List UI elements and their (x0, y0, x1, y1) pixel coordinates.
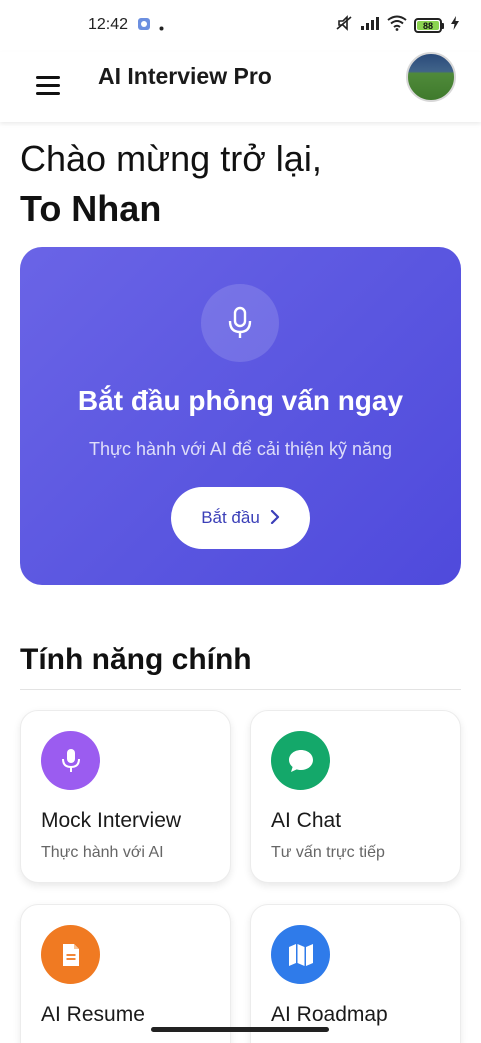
feature-card-mock-interview[interactable]: Mock Interview Thực hành với AI (20, 710, 231, 883)
divider (20, 689, 461, 690)
hamburger-menu-icon[interactable] (36, 70, 66, 100)
document-icon (41, 925, 100, 984)
app-title: AI Interview Pro (98, 63, 272, 89)
card-title: AI Roadmap (271, 1003, 388, 1026)
card-title: AI Chat (271, 809, 342, 832)
signal-icon (360, 16, 380, 35)
start-interview-card: Bắt đầu phỏng vấn ngay Thực hành với AI … (20, 247, 461, 585)
user-avatar[interactable] (406, 52, 456, 102)
microphone-icon (41, 731, 100, 790)
home-indicator[interactable] (151, 1027, 329, 1032)
start-button[interactable]: Bắt đầu (171, 487, 310, 549)
card-title: Mock Interview (41, 809, 182, 832)
card-title: AI Resume (41, 1003, 145, 1026)
notification-icon (137, 17, 151, 36)
feature-card-ai-roadmap[interactable]: AI Roadmap (250, 904, 461, 1043)
chevron-right-icon (270, 509, 280, 527)
hero-title: Bắt đầu phỏng vấn ngay (77, 385, 404, 416)
battery-icon: 88 (414, 18, 444, 33)
welcome-text: Chào mừng trở lại, (20, 138, 322, 179)
user-name: To Nhan (20, 188, 162, 229)
microphone-icon (201, 284, 279, 362)
app-bar: AI Interview Pro (0, 52, 481, 122)
hero-subtitle: Thực hành với AI để cải thiện kỹ năng (88, 439, 393, 459)
mute-icon (335, 15, 353, 36)
dot-icon (159, 18, 164, 36)
feature-card-ai-resume[interactable]: AI Resume (20, 904, 231, 1043)
map-icon (271, 925, 330, 984)
charging-icon (451, 16, 459, 35)
chat-bubble-icon (271, 731, 330, 790)
status-bar: 12:42 88 (0, 0, 481, 52)
wifi-icon (387, 15, 407, 36)
feature-card-ai-chat[interactable]: AI Chat Tư vấn trực tiếp (250, 710, 461, 883)
status-time: 12:42 (88, 16, 129, 33)
start-button-label: Bắt đầu (201, 508, 260, 527)
features-title: Tính năng chính (20, 643, 252, 676)
card-subtitle: Thực hành với AI (41, 844, 164, 861)
battery-level: 88 (417, 21, 439, 31)
card-subtitle: Tư vấn trực tiếp (271, 844, 385, 861)
